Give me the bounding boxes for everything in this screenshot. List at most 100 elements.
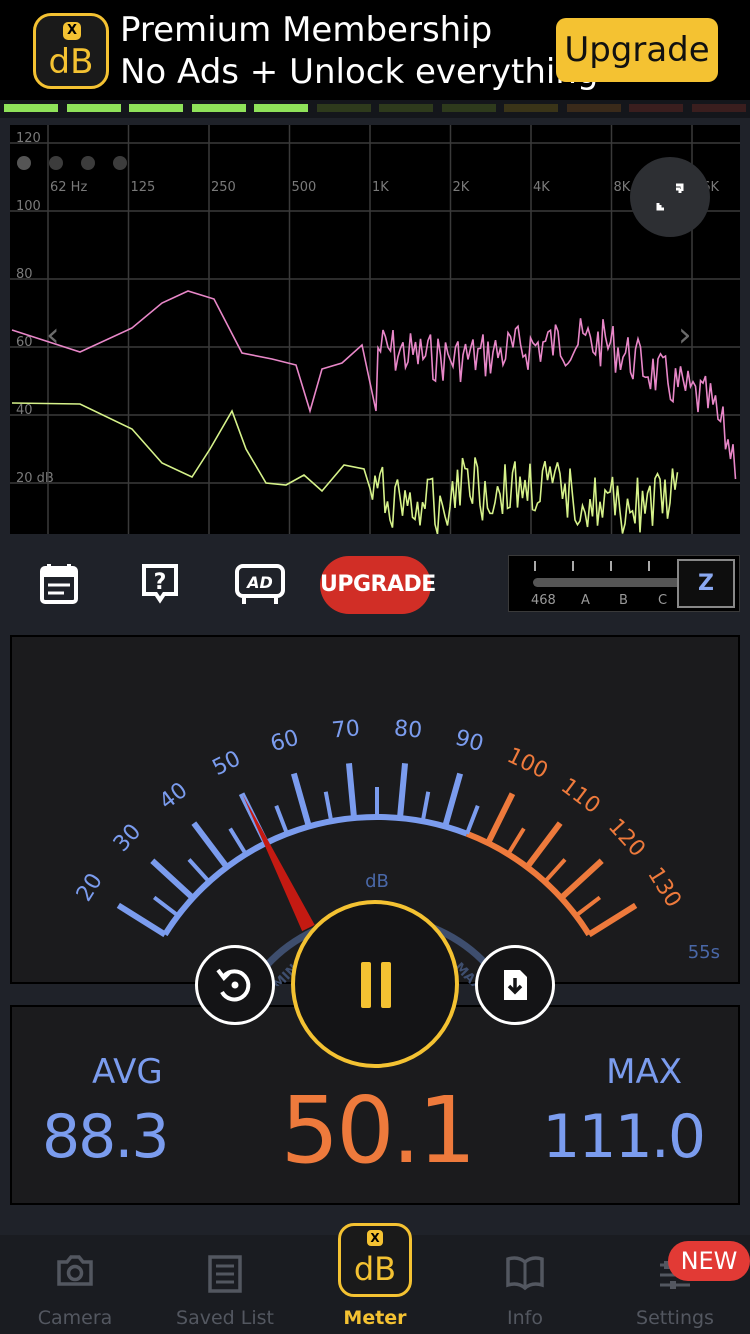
page-indicator (17, 156, 127, 170)
page-dot[interactable] (81, 156, 95, 170)
pause-button[interactable] (291, 900, 459, 1068)
weighting-b[interactable]: B (619, 593, 628, 608)
spectrum-x-label: 125 (131, 180, 156, 195)
level-segment (129, 104, 183, 112)
level-segment (504, 104, 558, 112)
page-dot[interactable] (17, 156, 31, 170)
help-button[interactable]: ? (136, 560, 184, 608)
level-segment (254, 104, 308, 112)
spectrum-x-label: 2K (453, 180, 470, 195)
next-page-icon[interactable]: › (678, 315, 692, 355)
spectrum-x-label: 500 (292, 180, 317, 195)
premium-banner[interactable]: X dB Premium Membership No Ads + Unlock … (0, 0, 750, 100)
gauge-tick (187, 858, 211, 884)
gauge-tick (506, 827, 526, 856)
new-badge: NEW (668, 1241, 750, 1281)
gauge-tick (543, 858, 567, 884)
fullscreen-button[interactable] (630, 157, 710, 237)
gauge-scale-label: 100 (503, 743, 552, 784)
spectrum-y-label: 40 (16, 403, 33, 418)
ad-label: AD (245, 573, 273, 592)
gauge-unit: dB (365, 871, 389, 892)
frequency-weighting-selector[interactable]: 468 A B C Z (508, 555, 740, 612)
page-dot[interactable] (113, 156, 127, 170)
gauge-scale-label: 40 (155, 778, 192, 815)
remove-ads-button[interactable]: AD (234, 560, 286, 608)
tab-meter[interactable]: X dB Meter (300, 1223, 450, 1334)
banner-title: Premium Membership (120, 10, 493, 50)
gauge-scale-label: 110 (556, 774, 605, 819)
gauge-tick (323, 791, 334, 822)
gauge-scale-label: 60 (268, 725, 302, 757)
gauge-scale-label: 50 (209, 746, 245, 781)
page-dot[interactable] (49, 156, 63, 170)
spectrum-x-label: 250 (211, 180, 236, 195)
spectrum-y-label: 60 (16, 335, 33, 350)
spectrum-x-label: 8K (614, 180, 631, 195)
gauge-scale-label: 120 (603, 814, 650, 862)
gauge-scale-label: 80 (393, 716, 423, 743)
gauge-tick (116, 902, 167, 938)
svg-text:?: ? (154, 570, 167, 595)
gauge-tick (559, 858, 604, 901)
logo-badge: X (63, 22, 81, 40)
reset-button[interactable] (195, 945, 275, 1025)
level-segment (316, 104, 371, 112)
level-segment (629, 104, 683, 112)
gauge-tick (345, 763, 358, 819)
gauge-tick (290, 772, 312, 828)
tab-saved-list-label: Saved List (176, 1307, 274, 1329)
gauge-tick (524, 821, 563, 869)
ad-icon: AD (235, 564, 285, 604)
gauge-tick (228, 827, 248, 856)
pause-icon (361, 962, 391, 1008)
tab-meter-label: Meter (343, 1307, 407, 1329)
spectrum-series-green (11, 402, 679, 534)
level-segment (66, 104, 121, 112)
tab-bar: Camera Saved List X dB Meter Info Settin… (0, 1223, 750, 1334)
tab-camera[interactable]: Camera (0, 1235, 150, 1334)
logo-text: dB (48, 42, 94, 82)
tab-logo-badge: X (367, 1230, 383, 1246)
spectrum-y-label: 80 (16, 267, 33, 282)
upgrade-button[interactable]: Upgrade (556, 18, 718, 82)
weighting-468[interactable]: 468 (531, 593, 556, 608)
weighting-c[interactable]: C (658, 593, 667, 608)
spectrum-x-label: 62 Hz (50, 180, 87, 195)
spectrum-x-label: 1K (372, 180, 389, 195)
calendar-button[interactable] (36, 560, 84, 608)
tab-camera-label: Camera (37, 1307, 113, 1329)
weighting-track[interactable] (533, 578, 683, 587)
upgrade-pill-button[interactable]: UPGRADE (320, 556, 436, 614)
tab-saved-list[interactable]: Saved List (150, 1235, 300, 1334)
gauge-tick (396, 763, 409, 819)
save-button[interactable] (475, 945, 555, 1025)
prev-page-icon[interactable]: ‹ (46, 315, 60, 355)
gauge-tick (274, 805, 289, 835)
banner-subtitle: No Ads + Unlock everything (120, 52, 599, 92)
spectrum-x-label: 4K (533, 180, 550, 195)
weighting-a[interactable]: A (581, 593, 590, 608)
tab-info[interactable]: Info (450, 1235, 600, 1334)
gauge-scale-label: 30 (109, 819, 146, 857)
level-segment (379, 104, 433, 112)
tab-settings-label: Settings (636, 1307, 714, 1329)
weighting-z-selected[interactable]: Z (677, 559, 735, 608)
spectrum-y-label: 120 (16, 131, 41, 146)
list-icon (208, 1255, 242, 1293)
level-segment (566, 104, 621, 112)
level-meter (0, 100, 750, 118)
gauge-tick (152, 895, 180, 918)
gauge-scale-label: 70 (331, 716, 361, 743)
help-icon: ? (142, 564, 178, 604)
spectrum-analyzer[interactable]: 12010080604020 dB62 Hz1252505001K2K4K8K1… (10, 125, 740, 534)
gauge-arc-high (465, 830, 592, 937)
gauge-tick (485, 792, 516, 845)
max-value: 111.0 (542, 1102, 706, 1172)
book-icon (506, 1256, 544, 1291)
db-logo-icon: X dB (338, 1223, 412, 1297)
save-file-icon (504, 970, 527, 1000)
spectrum-y-label: 100 (16, 199, 41, 214)
level-segment (441, 104, 496, 112)
max-label: MAX (606, 1052, 682, 1092)
